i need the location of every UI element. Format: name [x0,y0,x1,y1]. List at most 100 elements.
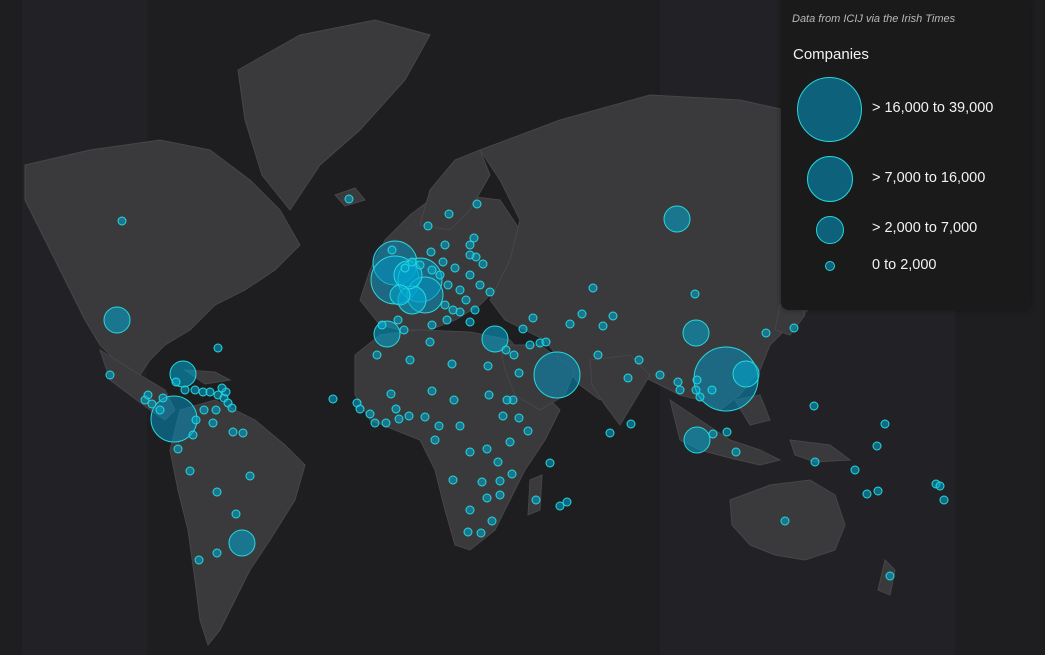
company-bubble[interactable] [448,305,458,315]
company-bubble[interactable] [191,415,201,425]
company-bubble[interactable] [444,209,454,219]
company-bubble[interactable] [663,205,691,233]
company-bubble[interactable] [789,323,799,333]
company-bubble[interactable] [939,495,949,505]
company-bubble[interactable] [682,319,710,347]
company-bubble[interactable] [205,387,215,397]
company-bubble[interactable] [634,355,644,365]
company-bubble[interactable] [465,447,475,457]
company-bubble[interactable] [450,263,460,273]
company-bubble[interactable] [707,385,717,395]
company-bubble[interactable] [423,221,433,231]
company-bubble[interactable] [443,280,453,290]
company-bubble[interactable] [105,370,115,380]
company-bubble[interactable] [731,447,741,457]
company-bubble[interactable] [708,429,718,439]
company-bubble[interactable] [188,430,198,440]
company-bubble[interactable] [190,385,200,395]
company-bubble[interactable] [391,404,401,414]
company-bubble[interactable] [440,300,450,310]
company-bubble[interactable] [381,418,391,428]
company-bubble[interactable] [655,370,665,380]
company-bubble[interactable] [780,516,790,526]
company-bubble[interactable] [722,427,732,437]
company-bubble[interactable] [377,320,387,330]
company-bubble[interactable] [493,457,503,467]
company-bubble[interactable] [507,469,517,479]
company-bubble[interactable] [393,315,403,325]
company-bubble[interactable] [427,265,437,275]
company-bubble[interactable] [245,471,255,481]
company-bubble[interactable] [475,280,485,290]
company-bubble[interactable] [228,529,256,557]
company-bubble[interactable] [673,377,683,387]
company-bubble[interactable] [809,401,819,411]
company-bubble[interactable] [880,419,890,429]
company-bubble[interactable] [173,444,183,454]
company-bubble[interactable] [472,199,482,209]
company-bubble[interactable] [626,419,636,429]
company-bubble[interactable] [434,421,444,431]
company-bubble[interactable] [675,385,685,395]
company-bubble[interactable] [180,385,190,395]
company-bubble[interactable] [208,418,218,428]
company-bubble[interactable] [545,458,555,468]
company-bubble[interactable] [355,404,365,414]
company-bubble[interactable] [399,325,409,335]
company-bubble[interactable] [199,405,209,415]
company-bubble[interactable] [328,394,338,404]
company-bubble[interactable] [344,194,354,204]
company-bubble[interactable] [394,414,404,424]
company-bubble[interactable] [155,405,165,415]
company-bubble[interactable] [143,390,153,400]
company-bubble[interactable] [231,509,241,519]
company-bubble[interactable] [386,389,396,399]
company-bubble[interactable] [484,390,494,400]
company-bubble[interactable] [605,428,615,438]
company-bubble[interactable] [761,328,771,338]
company-bubble[interactable] [935,481,945,491]
company-bubble[interactable] [440,240,450,250]
company-bubble[interactable] [482,444,492,454]
company-bubble[interactable] [463,527,473,537]
company-bubble[interactable] [211,405,221,415]
company-bubble[interactable] [455,285,465,295]
company-bubble[interactable] [147,399,157,409]
company-bubble[interactable] [528,313,538,323]
company-bubble[interactable] [435,270,445,280]
company-bubble[interactable] [502,395,512,405]
company-bubble[interactable] [212,487,222,497]
company-bubble[interactable] [185,466,195,476]
company-bubble[interactable] [623,373,633,383]
company-bubble[interactable] [465,240,475,250]
company-bubble[interactable] [465,270,475,280]
company-bubble[interactable] [608,311,618,321]
company-bubble[interactable] [518,324,528,334]
company-bubble[interactable] [415,260,425,270]
company-bubble[interactable] [427,320,437,330]
company-bubble[interactable] [588,283,598,293]
company-bubble[interactable] [485,287,495,297]
company-bubble[interactable] [862,489,872,499]
company-bubble[interactable] [426,247,436,257]
company-bubble[interactable] [427,386,437,396]
company-bubble[interactable] [533,351,581,399]
company-bubble[interactable] [387,245,397,255]
company-bubble[interactable] [430,435,440,445]
company-bubble[interactable] [238,428,248,438]
company-bubble[interactable] [514,413,524,423]
company-bubble[interactable] [365,409,375,419]
company-bubble[interactable] [448,475,458,485]
company-bubble[interactable] [531,495,541,505]
company-bubble[interactable] [442,315,452,325]
company-bubble[interactable] [525,340,535,350]
company-bubble[interactable] [483,361,493,371]
company-bubble[interactable] [683,426,711,454]
company-bubble[interactable] [228,427,238,437]
company-bubble[interactable] [577,309,587,319]
company-bubble[interactable] [404,411,414,421]
company-bubble[interactable] [438,257,448,267]
company-bubble[interactable] [514,368,524,378]
company-bubble[interactable] [117,216,127,226]
company-bubble[interactable] [692,375,702,385]
